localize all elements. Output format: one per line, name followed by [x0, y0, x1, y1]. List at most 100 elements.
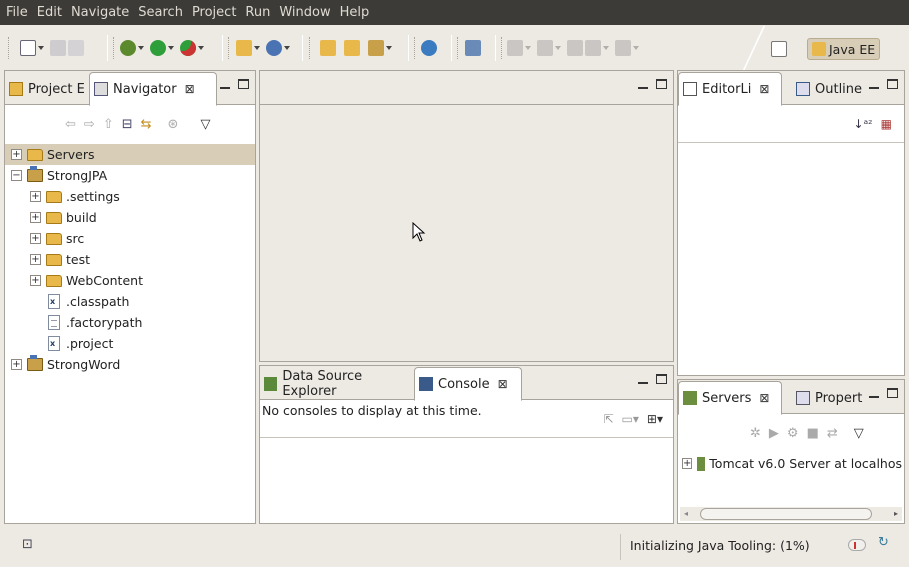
previous-annotation-dropdown-icon[interactable]	[555, 46, 561, 50]
new-java-dropdown-icon[interactable]	[254, 46, 260, 50]
debug-icon[interactable]	[120, 40, 136, 56]
sort-icon[interactable]: ↓ᵃᶻ	[854, 117, 873, 131]
tree-item[interactable]: − StrongJPA	[5, 165, 255, 186]
tab-properties[interactable]: Propert	[792, 382, 868, 414]
expand-icon[interactable]: +	[30, 275, 41, 286]
close-icon[interactable]: ⊠	[185, 82, 195, 96]
progress-view-icon[interactable]: ↻	[878, 535, 889, 550]
back-dropdown-icon[interactable]	[603, 46, 609, 50]
tree-item[interactable]: .project	[5, 333, 255, 354]
new-java-project-icon[interactable]	[236, 40, 252, 56]
tree-item[interactable]: .classpath	[5, 291, 255, 312]
open-resource-icon[interactable]	[344, 40, 360, 56]
toolbar-grip[interactable]	[228, 37, 230, 59]
toolbar-grip[interactable]	[414, 37, 416, 59]
back-icon[interactable]: ⇦	[65, 117, 76, 132]
menu-help[interactable]: Help	[336, 0, 374, 25]
print-icon[interactable]	[68, 40, 84, 56]
toolbar-grip[interactable]	[309, 37, 311, 59]
tree-item[interactable]: + WebContent	[5, 270, 255, 291]
menu-project[interactable]: Project	[188, 0, 240, 25]
stop-server-icon[interactable]: ■	[807, 426, 819, 441]
progress-bar-icon[interactable]	[848, 539, 866, 551]
open-type-icon[interactable]	[320, 40, 336, 56]
menu-navigate[interactable]: Navigate	[67, 0, 133, 25]
tree-item[interactable]: + build	[5, 207, 255, 228]
external-tools-dropdown-icon[interactable]	[198, 46, 204, 50]
next-annotation-icon[interactable]	[507, 40, 523, 56]
sync-icon[interactable]: ⊛	[168, 117, 179, 132]
open-perspective-icon[interactable]	[771, 41, 787, 57]
tab-navigator[interactable]: Navigator ⊠	[89, 72, 217, 106]
maximize-icon[interactable]	[656, 374, 667, 384]
expand-icon[interactable]: +	[30, 212, 41, 223]
toolbar-grip[interactable]	[8, 37, 10, 59]
menu-run[interactable]: Run	[241, 0, 274, 25]
tree-item[interactable]: + src	[5, 228, 255, 249]
debug-server-icon[interactable]: ✲	[750, 426, 761, 441]
scrollbar-thumb[interactable]	[700, 508, 872, 520]
maximize-icon[interactable]	[887, 79, 898, 89]
scroll-left-icon[interactable]: ◂	[684, 509, 688, 518]
run-external-tools-icon[interactable]	[180, 40, 196, 56]
new-dropdown-icon[interactable]	[38, 46, 44, 50]
back-icon[interactable]	[585, 40, 601, 56]
view-menu-icon[interactable]: ▽	[200, 117, 210, 132]
link-with-editor-icon[interactable]: ⇆	[141, 117, 152, 132]
close-icon[interactable]: ⊠	[759, 391, 769, 405]
tab-project-explorer[interactable]: Project E	[5, 73, 89, 105]
collapse-icon[interactable]: −	[11, 170, 22, 181]
new-class-dropdown-icon[interactable]	[284, 46, 290, 50]
maximize-icon[interactable]	[656, 79, 667, 89]
profile-server-icon[interactable]: ⚙	[787, 426, 799, 441]
tab-data-source-explorer[interactable]: Data Source Explorer	[260, 368, 414, 400]
close-icon[interactable]: ⊠	[759, 82, 769, 96]
server-row[interactable]: + Tomcat v6.0 Server at localhos	[682, 456, 902, 471]
save-icon[interactable]	[50, 40, 66, 56]
minimize-icon[interactable]	[220, 79, 230, 89]
toggle-icon[interactable]: ▦	[881, 117, 892, 131]
forward-icon[interactable]	[615, 40, 631, 56]
new-class-icon[interactable]	[266, 40, 282, 56]
menu-edit[interactable]: Edit	[33, 0, 66, 25]
maximize-icon[interactable]	[887, 388, 898, 398]
pin-console-icon[interactable]: ⇱	[603, 412, 613, 426]
tree-item[interactable]: + test	[5, 249, 255, 270]
start-server-icon[interactable]: ▶	[769, 426, 779, 441]
search-icon[interactable]	[368, 40, 384, 56]
expand-icon[interactable]: +	[30, 191, 41, 202]
maximize-icon[interactable]	[238, 79, 249, 89]
expand-icon[interactable]: +	[30, 233, 41, 244]
forward-dropdown-icon[interactable]	[633, 46, 639, 50]
close-icon[interactable]: ⊠	[498, 377, 508, 391]
menu-file[interactable]: File	[2, 0, 32, 25]
menu-search[interactable]: Search	[134, 0, 187, 25]
up-icon[interactable]: ⇧	[103, 117, 114, 132]
new-icon[interactable]	[20, 40, 36, 56]
expand-icon[interactable]: +	[30, 254, 41, 265]
tab-editorlist[interactable]: EditorLi ⊠	[678, 72, 782, 106]
tree-item[interactable]: + Servers	[5, 144, 255, 165]
toolbar-grip[interactable]	[501, 37, 503, 59]
tree-item[interactable]: .factorypath	[5, 312, 255, 333]
run-dropdown-icon[interactable]	[168, 46, 174, 50]
tree-item[interactable]: + StrongWord	[5, 354, 255, 375]
expand-icon[interactable]: +	[11, 359, 22, 370]
minimize-icon[interactable]	[638, 374, 648, 384]
forward-icon[interactable]: ⇨	[84, 117, 95, 132]
display-console-icon[interactable]: ▭▾	[622, 412, 639, 426]
collapse-all-icon[interactable]: ⊟	[122, 117, 133, 132]
view-menu-icon[interactable]: ▽	[854, 426, 864, 441]
perspective-java-ee-button[interactable]: Java EE	[807, 38, 881, 60]
expand-icon[interactable]: +	[11, 149, 22, 160]
tab-outline[interactable]: Outline	[792, 73, 868, 105]
run-icon[interactable]	[150, 40, 166, 56]
tree-item[interactable]: + .settings	[5, 186, 255, 207]
open-task-icon[interactable]	[465, 40, 481, 56]
publish-icon[interactable]: ⇄	[827, 426, 838, 441]
open-console-icon[interactable]: ⊞▾	[647, 412, 663, 426]
minimize-icon[interactable]	[869, 79, 879, 89]
minimize-icon[interactable]	[869, 388, 879, 398]
minimize-icon[interactable]	[638, 79, 648, 89]
tab-console[interactable]: Console ⊠	[414, 367, 522, 401]
